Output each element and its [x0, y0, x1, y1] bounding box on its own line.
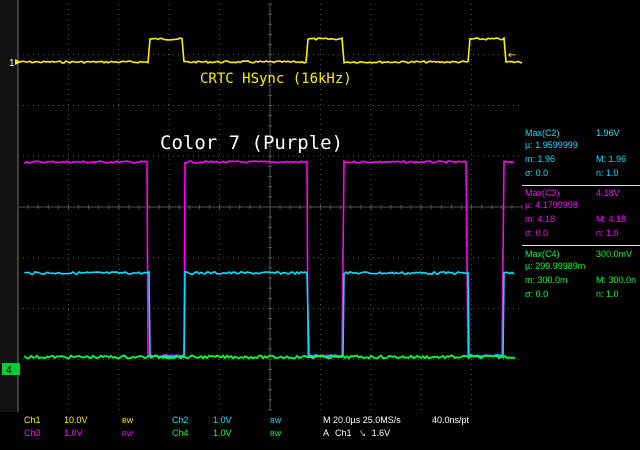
measurement-c2[interactable]: Max(C2) 1.96V µ: 1.9599999 m: 1.96 M: 1.… [522, 128, 640, 186]
ch1-scale[interactable]: 10.0V [64, 415, 88, 426]
oscilloscope-screen: 1 4 ← CRTC HSync (16kHz) Color 7 (Purple… [0, 0, 640, 450]
trigger-prefix: A [323, 428, 329, 438]
ch4-scale[interactable]: 1.0V [213, 428, 232, 439]
sigma-label: σ: [525, 289, 534, 299]
measurement-c4[interactable]: Max(C4) 300.0mV µ: 299.99989m m: 300.0m … [522, 249, 640, 307]
mu-label: µ: [525, 200, 533, 210]
ch2-label[interactable]: Ch2 [172, 415, 189, 426]
ch3-bandwidth-limit: BW [122, 431, 134, 438]
trigger-slope-icon: ⤥ [360, 428, 366, 438]
max-label: M: [596, 214, 606, 224]
measurement-value: 1.96V [596, 128, 620, 138]
mu-label: µ: [525, 140, 533, 150]
n-label: n: [596, 289, 604, 299]
n-value: 1.0 [606, 289, 619, 299]
min-value: 300.0m [537, 275, 568, 285]
graticule-grid [17, 3, 523, 411]
ch3-scale[interactable]: 1.0V [64, 428, 83, 439]
mu-value: 4.1799998 [535, 200, 578, 210]
measurement-divider [522, 185, 640, 186]
sigma-value: 0.0 [535, 168, 549, 178]
n-label: n: [596, 168, 604, 178]
ch3-label[interactable]: Ch3 [24, 428, 41, 439]
min-value: 4.18 [537, 214, 556, 224]
min-value: 1.96 [537, 154, 556, 164]
min-label: m: [525, 214, 535, 224]
trigger-level: 1.6V [371, 428, 391, 438]
max-label: M: [596, 154, 606, 164]
mu-label: µ: [525, 261, 533, 271]
max-value: 1.96 [608, 154, 627, 164]
timebase-readout[interactable]: M 20.0µs 25.0MS/s [323, 415, 401, 426]
max-value: 4.18 [608, 214, 627, 224]
ch4-marker-label: 4 [6, 365, 12, 376]
mu-value: 299.99989m [535, 261, 586, 271]
ch1-label[interactable]: Ch1 [24, 415, 41, 426]
min-label: m: [525, 154, 535, 164]
max-value: 300.0n [608, 275, 637, 285]
max-label: M: [596, 275, 606, 285]
measurement-value: 300.0mV [596, 249, 633, 259]
channel-status-bar: Ch1 10.0V BW Ch3 1.0V BW Ch2 1.0V BW Ch4… [0, 412, 640, 450]
measurement-c3[interactable]: Max(C3) 4.18V µ: 4.1799998 m: 4.18 M: 4.… [522, 188, 640, 246]
ch4-ground-marker[interactable]: 4 [2, 363, 20, 376]
mu-value: 1.9599999 [535, 140, 578, 150]
measurement-title: Max(C4) [525, 249, 560, 259]
sigma-value: 0.0 [535, 289, 549, 299]
sample-resolution: 40.0ns/pt [432, 415, 470, 425]
min-label: m: [525, 275, 535, 285]
color-title-annotation: Color 7 (Purple) [160, 132, 343, 154]
ch2-bandwidth-limit: BW [270, 418, 282, 425]
ch1-marker-label: 1 [9, 58, 15, 69]
trigger-level-arrow-icon[interactable]: ← [508, 50, 516, 61]
ch4-label[interactable]: Ch4 [172, 428, 189, 439]
trigger-readout[interactable]: A Ch1 ⤥ 1.6V [323, 428, 390, 439]
n-value: 1.0 [606, 228, 619, 238]
sigma-value: 0.0 [535, 228, 549, 238]
measurement-divider [522, 245, 640, 246]
ch2-scale[interactable]: 1.0V [213, 415, 232, 426]
n-value: 1.0 [606, 168, 619, 178]
measurement-value: 4.18V [596, 188, 620, 198]
measurement-title: Max(C3) [525, 188, 560, 198]
sigma-label: σ: [525, 228, 534, 238]
ch4-bandwidth-limit: BW [270, 431, 282, 438]
sigma-label: σ: [525, 168, 534, 178]
measurement-title: Max(C2) [525, 128, 560, 138]
hsync-annotation: CRTC HSync (16kHz) [200, 71, 352, 87]
n-label: n: [596, 228, 604, 238]
trigger-channel: Ch1 [335, 428, 352, 438]
ch1-bandwidth-limit: BW [122, 418, 134, 425]
